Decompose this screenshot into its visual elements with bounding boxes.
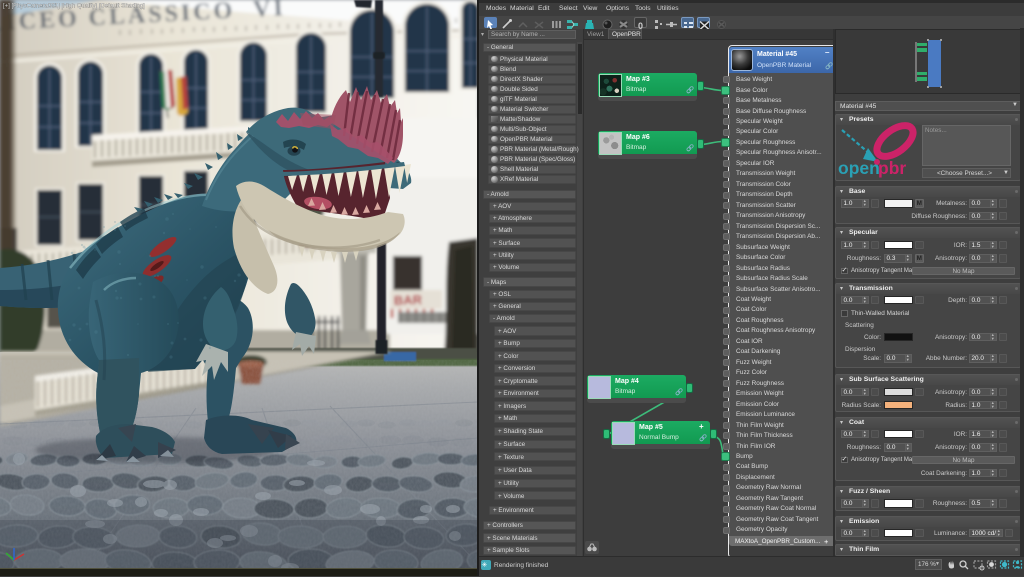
svg-text:BAR: BAR bbox=[394, 292, 423, 308]
svg-text:open: open bbox=[838, 158, 880, 178]
svg-text:pbr: pbr bbox=[878, 158, 906, 178]
svg-text:[+] [PhysCamera001] [High Qual: [+] [PhysCamera001] [High Quality] [Defa… bbox=[3, 4, 145, 10]
